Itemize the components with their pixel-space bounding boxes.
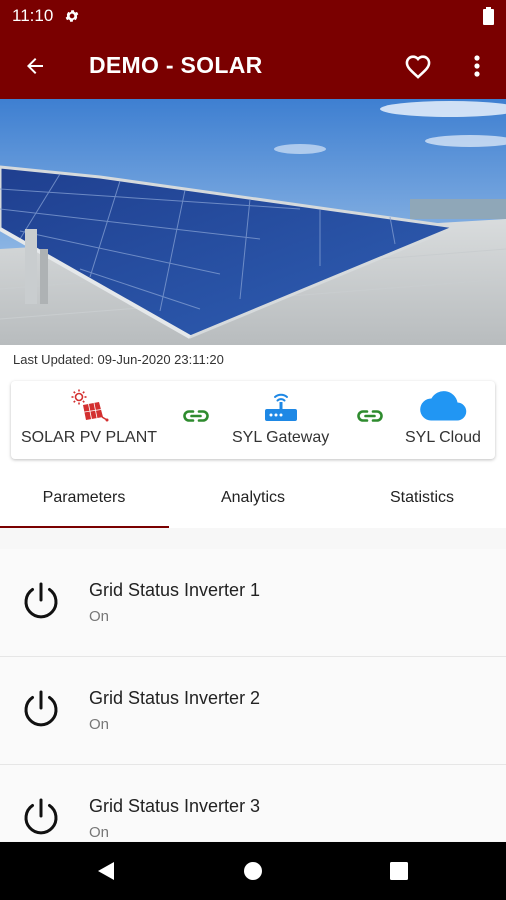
nav-home-button[interactable]: [237, 855, 269, 887]
node-syl-cloud[interactable]: SYL Cloud: [405, 389, 481, 447]
info-area: Last Updated: 09-Jun-2020 23:11:20 SOLAR…: [0, 345, 506, 467]
app-bar: DEMO - SOLAR: [0, 32, 506, 99]
power-icon: [24, 798, 58, 835]
solar-panel-icon: [71, 389, 109, 422]
cloud-icon: [420, 391, 467, 421]
page-title: DEMO - SOLAR: [89, 52, 263, 78]
parameter-value: On: [89, 608, 110, 625]
parameter-title: Grid Status Inverter 3: [89, 796, 261, 816]
status-bar: 11:10: [0, 0, 506, 32]
node-label: SYL Gateway: [232, 429, 330, 446]
back-button[interactable]: [16, 47, 54, 85]
more-options-button[interactable]: [458, 47, 496, 85]
nav-back-button[interactable]: [90, 855, 122, 887]
active-tab-indicator: [0, 526, 169, 528]
power-icon: [24, 690, 58, 727]
parameter-value: On: [89, 716, 110, 733]
topology-card: SOLAR PV PLANT SYL Gateway SYL Cloud: [11, 381, 495, 459]
arrow-left-icon: [27, 58, 43, 74]
link-icon: [357, 410, 383, 422]
link-icon: [183, 410, 209, 422]
parameter-title: Grid Status Inverter 2: [89, 688, 261, 708]
circle-home-icon: [244, 862, 262, 880]
list-item[interactable]: Grid Status Inverter 1 On: [0, 549, 506, 657]
tab-bar: Parameters Analytics Statistics: [0, 467, 506, 528]
node-label: SYL Cloud: [405, 429, 481, 446]
node-syl-gateway[interactable]: SYL Gateway: [232, 389, 329, 447]
router-icon: [264, 393, 297, 421]
more-vert-icon: [474, 55, 480, 77]
gear-icon: [65, 10, 79, 22]
status-time: 11:10: [12, 6, 54, 25]
battery-icon: [483, 7, 494, 25]
tab-statistics[interactable]: Statistics: [338, 467, 506, 528]
parameter-list[interactable]: Grid Status Inverter 1 On Grid Status In…: [0, 549, 506, 841]
favorite-button[interactable]: [398, 47, 438, 85]
list-item[interactable]: Grid Status Inverter 2 On: [0, 657, 506, 765]
heart-icon: [405, 55, 431, 79]
parameter-value: On: [89, 824, 110, 841]
tab-parameters[interactable]: Parameters: [0, 467, 168, 528]
power-icon: [24, 582, 58, 619]
square-recents-icon: [390, 862, 408, 880]
list-item[interactable]: Grid Status Inverter 3 On: [0, 765, 506, 841]
solar-plant-photo: [0, 99, 506, 345]
triangle-back-icon: [98, 862, 114, 880]
parameter-title: Grid Status Inverter 1: [89, 580, 261, 600]
nav-recents-button[interactable]: [383, 855, 415, 887]
node-solar-pv-plant[interactable]: SOLAR PV PLANT: [21, 389, 157, 447]
tab-analytics[interactable]: Analytics: [169, 467, 337, 528]
navigation-bar: [0, 842, 506, 900]
node-label: SOLAR PV PLANT: [21, 429, 158, 446]
last-updated-text: Last Updated: 09-Jun-2020 23:11:20: [13, 352, 224, 367]
